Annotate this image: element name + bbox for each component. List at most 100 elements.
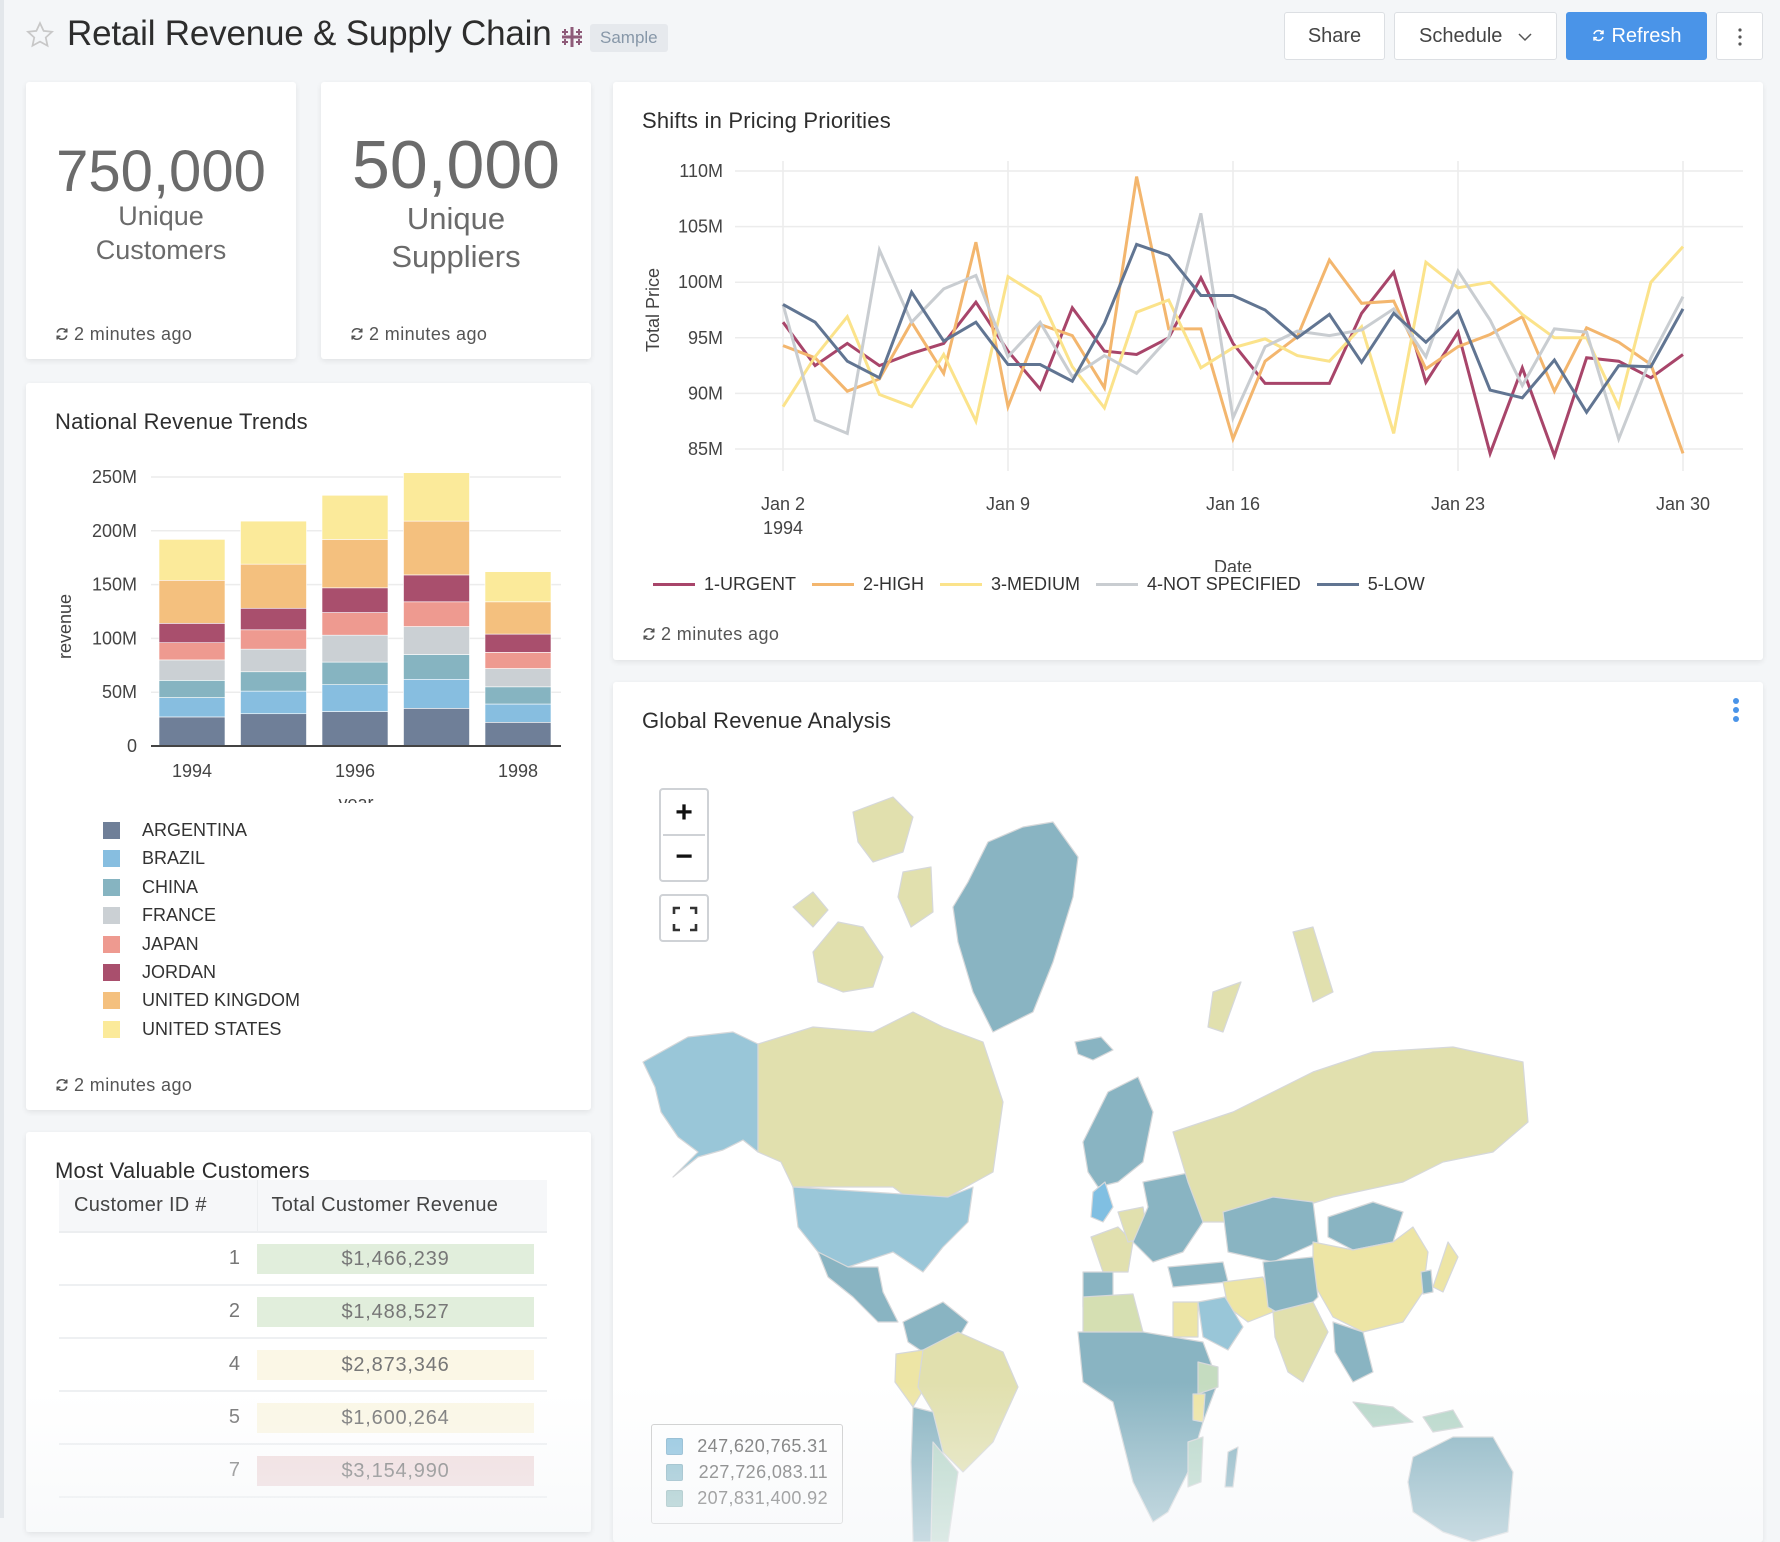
table-row[interactable]: 2 $1,488,527 [59, 1285, 547, 1339]
table-row[interactable]: 4 $2,873,346 [59, 1338, 547, 1392]
bar-segment [158, 623, 226, 644]
customers-card: Most Valuable Customers Customer ID # To… [26, 1132, 591, 1532]
map-legend-item: 247,620,765.31 [666, 1435, 842, 1461]
last-updated: 2 minutes ago [349, 324, 487, 345]
x-tick-sublabel: 1994 [763, 518, 803, 538]
table-row[interactable]: 7 $3,154,990 [59, 1444, 547, 1498]
bar-segment [484, 722, 552, 747]
country-australia [1407, 1436, 1514, 1542]
legend-swatch [103, 992, 120, 1010]
country-indonesia [1352, 1401, 1464, 1433]
fullscreen-icon [672, 906, 698, 932]
y-tick-label: 90M [688, 383, 723, 403]
legend-swatch [103, 1020, 120, 1038]
legend-line [812, 583, 855, 586]
legend-label: 3-MEDIUM [991, 574, 1081, 594]
kpi-value: 50,000 [352, 127, 560, 203]
x-axis-label: Date [1214, 557, 1252, 572]
dashboard-header: Retail Revenue & Supply Chain Sample Sha… [0, 0, 1780, 72]
country-scandinavia [1082, 1076, 1154, 1188]
bar-segment [321, 661, 389, 685]
more-options-button[interactable] [1716, 12, 1763, 60]
customers-table: Customer ID # Total Customer Revenue 1 $1… [59, 1180, 547, 1498]
table-row[interactable]: 5 $1,600,264 [59, 1391, 547, 1445]
schedule-button[interactable]: Schedule [1394, 12, 1557, 60]
map-legend-swatch [666, 1464, 683, 1481]
revenue-cell: $1,466,239 [257, 1232, 547, 1286]
country-russia-islands [1207, 926, 1334, 1033]
legend-item[interactable]: 2-HIGH [812, 574, 924, 595]
revenue-value: $2,873,346 [257, 1349, 534, 1380]
legend-line [1316, 583, 1359, 586]
bar-segment [403, 626, 470, 655]
table-row[interactable]: 1 $1,466,239 [59, 1232, 547, 1286]
schedule-label: Schedule [1419, 25, 1503, 47]
bar-segment [484, 703, 552, 723]
y-axis-label: revenue [55, 594, 75, 659]
zoom-out-button[interactable]: − [661, 836, 707, 878]
refresh-icon [643, 628, 655, 640]
revenue-cell: $1,600,264 [257, 1391, 547, 1445]
last-updated-text: 2 minutes ago [661, 624, 780, 644]
map-legend-swatch [666, 1490, 683, 1507]
bar-segment [321, 684, 389, 712]
legend-item[interactable]: 1-URGENT [653, 574, 796, 595]
bar-segment [403, 654, 470, 680]
bar-segment [158, 539, 226, 581]
fullscreen-button[interactable] [659, 894, 709, 942]
y-axis-label: Total Price [643, 268, 663, 352]
vertical-ellipsis-icon [1737, 28, 1742, 46]
bar-segment [321, 587, 389, 613]
country-egypt [1172, 1301, 1199, 1338]
x-tick-label: Jan 2 [761, 494, 805, 514]
x-tick-label: Jan 23 [1431, 494, 1485, 514]
y-tick-label: 100M [92, 628, 137, 648]
customer-id-cell: 2 [59, 1285, 257, 1339]
legend-item[interactable]: 4-NOT SPECIFIED [1096, 574, 1301, 595]
map-legend: 247,620,765.31 227,726,083.11 207,831,400.… [651, 1424, 843, 1524]
legend-label: 2-HIGH [863, 574, 925, 594]
bar-segment [240, 713, 307, 747]
bar-segment [240, 648, 307, 673]
world-choropleth-map[interactable] [613, 682, 1763, 1542]
legend-item[interactable]: 3-MEDIUM [940, 574, 1080, 595]
star-outline-icon[interactable] [25, 20, 55, 50]
bar-segment [403, 574, 470, 603]
country-russia [1172, 1046, 1529, 1223]
kpi-label-line2: Suppliers [391, 239, 521, 274]
refresh-icon [56, 328, 68, 340]
x-tick-label: 1998 [498, 761, 538, 781]
country-kenya [1192, 1393, 1206, 1423]
revenue-value: $3,154,990 [257, 1455, 534, 1486]
map-legend-item: 227,726,083.11 [666, 1461, 842, 1487]
y-tick-label: 105M [678, 217, 723, 237]
column-header-customer-id[interactable]: Customer ID # [59, 1180, 257, 1233]
country-india [1272, 1301, 1329, 1383]
refresh-button[interactable]: Refresh [1566, 12, 1707, 60]
refresh-icon [1593, 29, 1605, 42]
y-tick-label: 150M [92, 575, 137, 595]
refresh-label: Refresh [1611, 25, 1682, 47]
country-greenland [952, 821, 1079, 1033]
legend-label: CHINA [142, 876, 199, 897]
bar-segment [484, 571, 552, 603]
revenue-value: $1,466,239 [257, 1243, 534, 1274]
y-tick-label: 250M [92, 467, 137, 487]
bar-segment [403, 601, 470, 627]
column-header-revenue[interactable]: Total Customer Revenue [256, 1180, 547, 1233]
country-madagascar [1224, 1446, 1239, 1488]
refresh-icon [56, 1079, 68, 1091]
last-updated: 2 minutes ago [641, 624, 779, 645]
country-japan [1432, 1241, 1459, 1293]
country-iceland [1074, 1036, 1114, 1061]
bar-segment [240, 671, 307, 692]
share-button[interactable]: Share [1284, 12, 1385, 60]
bar-segment [321, 711, 389, 747]
bar-segment [321, 634, 389, 663]
legend-label: FRANCE [142, 905, 217, 926]
revenue-cell: $3,154,990 [257, 1444, 547, 1498]
legend-item[interactable]: 5-LOW [1316, 574, 1425, 595]
zoom-in-button[interactable]: + [661, 792, 707, 834]
map-legend-item: 207,831,400.92 [666, 1487, 842, 1513]
bar-segment [240, 520, 307, 565]
